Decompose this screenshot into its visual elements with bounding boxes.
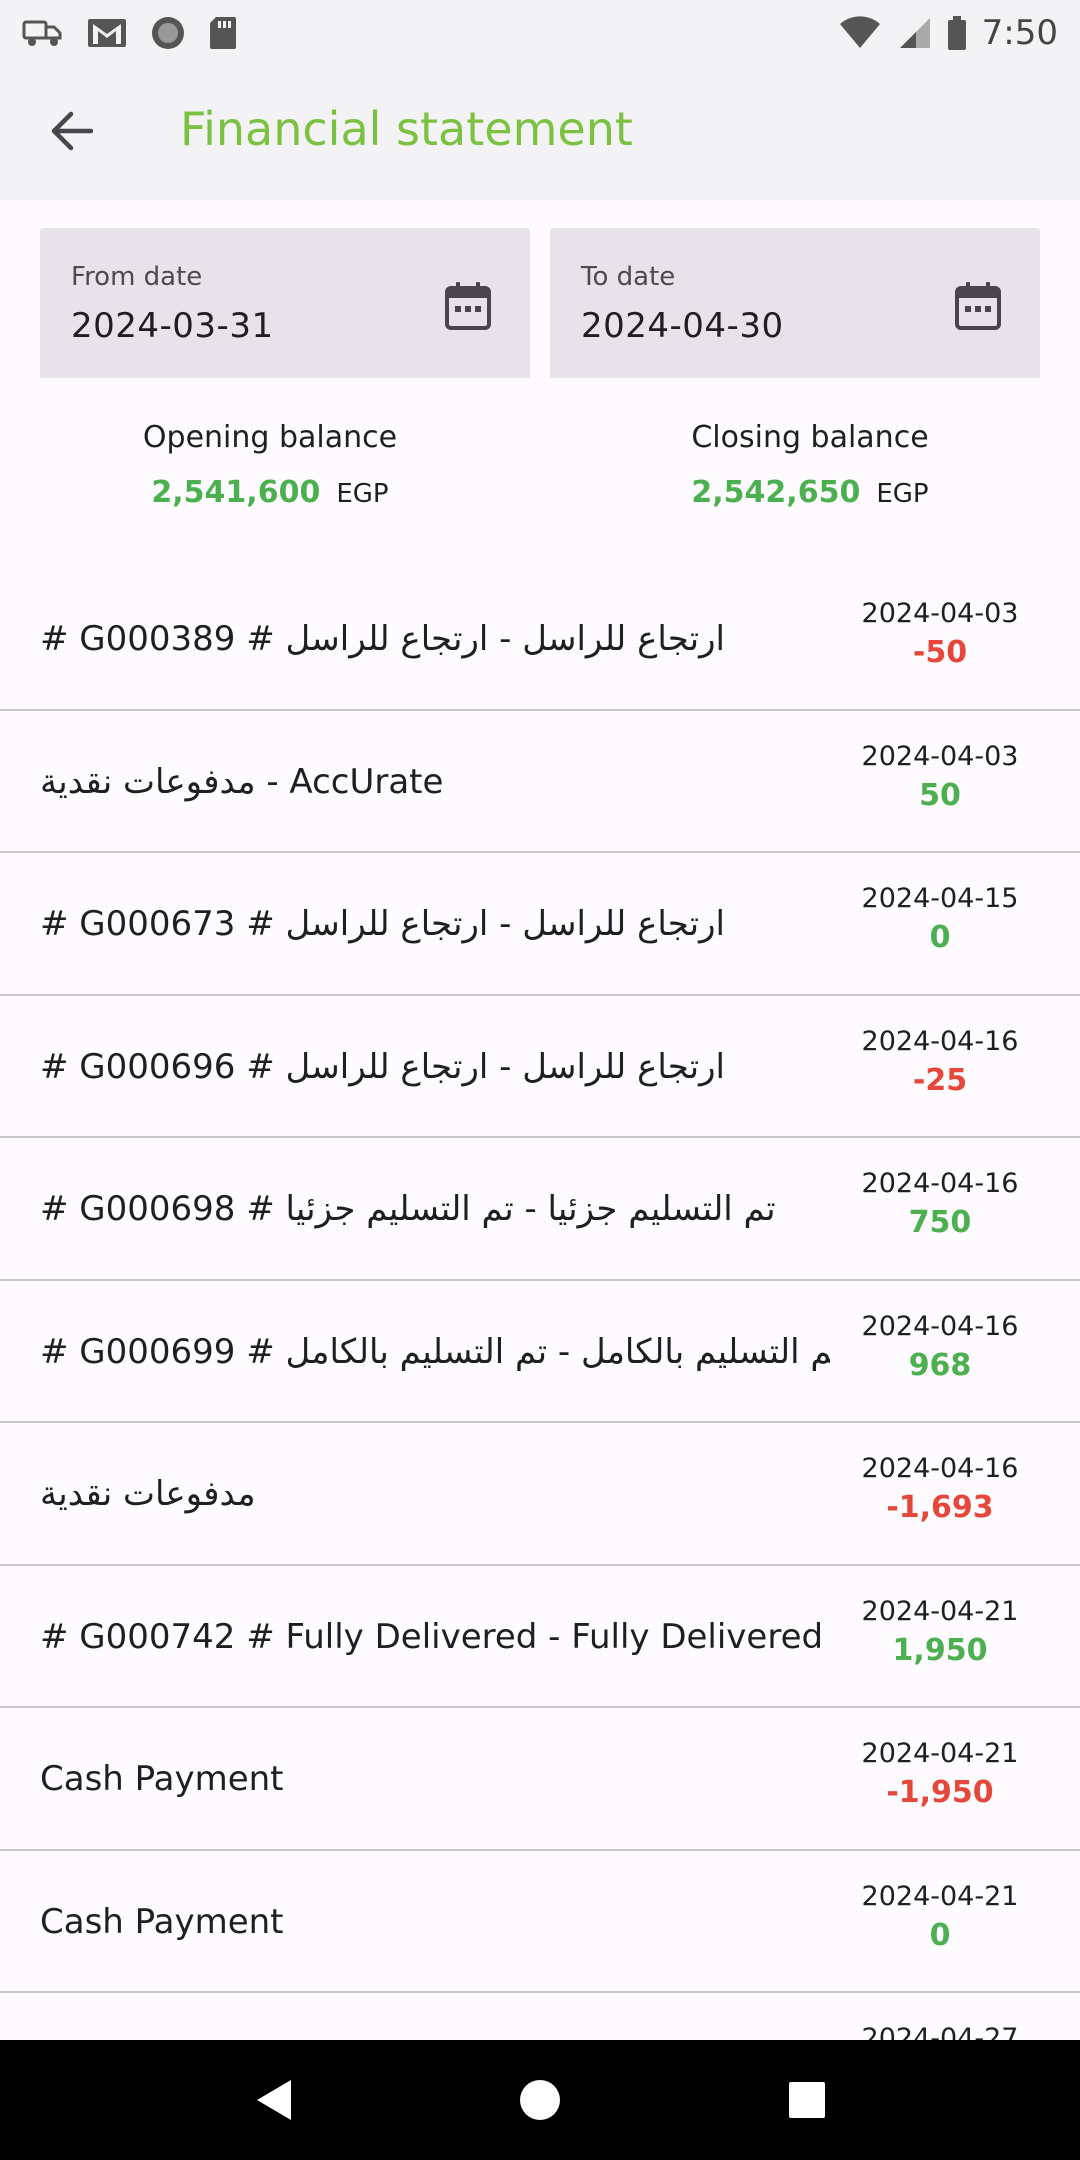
transaction-description: # G000389 # ارتجاع للراسل - ارتجاع للراس… [40, 619, 726, 659]
truck-icon [22, 16, 64, 50]
transaction-row[interactable]: # G000742 # Fully Delivered - Fully Deli… [0, 1566, 1080, 1708]
opening-balance: Opening balance 2,541,600 EGP [0, 420, 540, 510]
financial-statement-screen: 7:50 Financial statement From date 2024-… [0, 0, 1080, 2160]
transaction-description: # G000698 # تم التسليم جزئيا - تم التسلي… [40, 1189, 776, 1229]
calendar-icon [445, 282, 491, 330]
from-date-field[interactable]: From date 2024-03-31 [40, 228, 530, 378]
transaction-date: 2024-04-03 [861, 598, 1019, 629]
transaction-date: 2024-04-27 [861, 2023, 1019, 2040]
status-notification-icons [22, 15, 238, 51]
transaction-row[interactable]: Cash Payment 2024-04-21 -1,950 [0, 1708, 1080, 1851]
transaction-description: # G000696 # ارتجاع للراسل - ارتجاع للراس… [40, 1046, 726, 1087]
opening-balance-label: Opening balance [142, 420, 398, 455]
from-date-value[interactable]: 2024-03-31 [71, 306, 274, 346]
nav-back-button[interactable] [223, 2050, 323, 2150]
gmail-icon [86, 16, 128, 50]
transaction-date: 2024-04-16 [861, 1453, 1019, 1484]
transaction-amount: 968 [908, 1347, 972, 1383]
transaction-row[interactable]: مدفوعات نقدية 2024-04-16 -1,693 [0, 1423, 1080, 1566]
circle-app-icon [150, 15, 186, 51]
transaction-amount: 50 [919, 777, 961, 813]
nav-recents-button[interactable] [757, 2050, 857, 2150]
transaction-row[interactable]: # G000699 # تم التسليم بالكامل - تم التس… [0, 1281, 1080, 1423]
home-circle-icon [519, 2080, 560, 2120]
transaction-date: 2024-04-21 [861, 1738, 1019, 1769]
opening-balance-amount: 2,541,600 [151, 475, 321, 510]
closing-balance-label: Closing balance [691, 420, 929, 455]
transaction-row[interactable]: Cash Payment 2024-04-21 0 [0, 1851, 1080, 1993]
transaction-description [40, 1993, 830, 2040]
transaction-row[interactable]: # G000698 # تم التسليم جزئيا - تم التسلي… [0, 1138, 1080, 1281]
transaction-date: 2024-04-21 [861, 1595, 1019, 1627]
system-navigation-bar [0, 2040, 1080, 2160]
transaction-description: مدفوعات نقدية - AccUrate [40, 761, 444, 802]
transaction-row[interactable]: # G000696 # ارتجاع للراسل - ارتجاع للراس… [0, 996, 1080, 1138]
transaction-row[interactable]: مدفوعات نقدية - AccUrate 2024-04-03 50 [0, 711, 1080, 853]
transaction-date: 2024-04-03 [861, 740, 1019, 772]
transaction-date: 2024-04-15 [861, 883, 1019, 914]
transactions-list[interactable]: # G000389 # ارتجاع للراسل - ارتجاع للراس… [0, 568, 1080, 2040]
transaction-description: Cash Payment [40, 1759, 284, 1799]
transaction-amount: -50 [912, 635, 968, 670]
to-date-field[interactable]: To date 2024-04-30 [550, 228, 1040, 378]
signal-icon [896, 16, 932, 50]
transaction-row[interactable]: 2024-04-27 [0, 1993, 1080, 2040]
to-date-label: To date [581, 262, 676, 292]
closing-balance-amount: 2,542,650 [691, 475, 861, 510]
transaction-description: مدفوعات نقدية [40, 1474, 256, 1514]
transaction-amount: 1,950 [892, 1632, 988, 1668]
transaction-amount: 0 [929, 1917, 951, 1953]
battery-icon [946, 15, 968, 51]
transaction-date: 2024-04-21 [861, 1880, 1019, 1912]
to-date-value[interactable]: 2024-04-30 [581, 306, 784, 346]
recents-square-icon [788, 2082, 825, 2118]
calendar-icon [955, 282, 1001, 330]
transaction-description: # G000699 # تم التسليم بالكامل - تم التس… [40, 1331, 830, 1372]
nav-home-button[interactable] [490, 2050, 590, 2150]
closing-balance-currency: EGP [876, 479, 929, 509]
transaction-date: 2024-04-16 [861, 1310, 1019, 1342]
transaction-amount: 0 [929, 920, 951, 955]
transaction-amount: -1,693 [886, 1490, 994, 1525]
back-triangle-icon [257, 2080, 292, 2120]
to-date-picker-button[interactable] [950, 278, 1006, 334]
transaction-date: 2024-04-16 [861, 1025, 1019, 1057]
page-title: Financial statement [180, 102, 633, 156]
transaction-description: # G000673 # ارتجاع للراسل - ارتجاع للراس… [40, 904, 726, 944]
transaction-row[interactable]: # G000389 # ارتجاع للراسل - ارتجاع للراس… [0, 568, 1080, 711]
transaction-date: 2024-04-16 [861, 1168, 1019, 1199]
wifi-icon [838, 16, 882, 50]
arrow-back-icon [51, 111, 93, 151]
opening-balance-currency: EGP [336, 479, 389, 509]
status-time: 7:50 [981, 13, 1058, 53]
transaction-description: # G000742 # Fully Delivered - Fully Deli… [40, 1616, 824, 1657]
transaction-amount: -1,950 [886, 1775, 994, 1810]
status-bar: 7:50 [0, 0, 1080, 66]
transaction-row[interactable]: # G000673 # ارتجاع للراسل - ارتجاع للراس… [0, 853, 1080, 996]
transaction-amount: -25 [912, 1062, 968, 1098]
sd-card-icon [208, 15, 238, 51]
from-date-picker-button[interactable] [440, 278, 496, 334]
transaction-amount: 750 [908, 1205, 972, 1240]
closing-balance: Closing balance 2,542,650 EGP [540, 420, 1080, 510]
from-date-label: From date [71, 262, 203, 292]
status-system-icons: 7:50 [838, 13, 1058, 53]
app-bar: Financial statement [0, 66, 1080, 200]
transaction-description: Cash Payment [40, 1901, 284, 1942]
back-button[interactable] [36, 96, 106, 166]
